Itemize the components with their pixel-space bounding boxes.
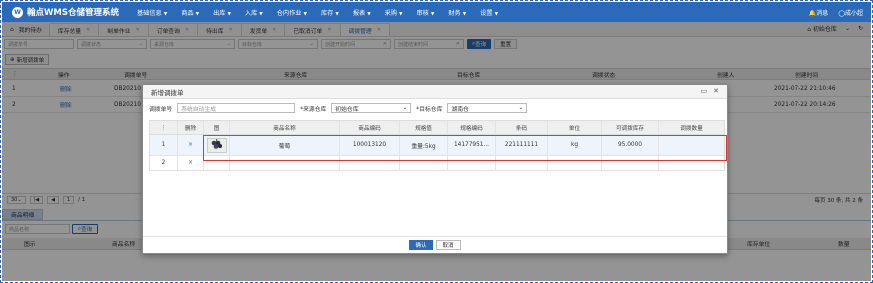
app-title: 翰点WMS仓储管理系统 bbox=[27, 8, 119, 18]
delete-row-button[interactable]: × bbox=[178, 156, 204, 170]
cancel-button[interactable]: 取消 bbox=[435, 240, 461, 250]
target-warehouse-label: *目标仓库 bbox=[416, 106, 443, 113]
menu-outbound[interactable]: 出库 ▼ bbox=[206, 8, 238, 17]
column-settings-icon[interactable]: ⋮ bbox=[150, 121, 178, 134]
user-avatar-icon: ◯ bbox=[838, 9, 845, 17]
target-warehouse-select[interactable]: 湖南仓 ⌄ bbox=[447, 103, 528, 113]
goods-grid: ⋮ 删除 图 商品名称 商品编码 规格值 规格编码 条码 单位 可调拨库存 调拨… bbox=[149, 120, 725, 171]
menu-goods[interactable]: 商品 ▼ bbox=[174, 8, 206, 17]
menu-warehouse-ops[interactable]: 仓内作业 ▼ bbox=[270, 8, 314, 17]
menu-inventory[interactable]: 库存 ▼ bbox=[314, 8, 346, 17]
user-menu[interactable]: ◯成小超 bbox=[838, 8, 863, 17]
divider bbox=[143, 236, 727, 237]
main-menu: 基础信息 ▼ 商品 ▼ 出库 ▼ 入库 ▼ 仓内作业 ▼ 库存 ▼ 报表 ▼ 采购 ▼ 审核 ▼ … bbox=[130, 8, 505, 17]
transfer-qty-input[interactable] bbox=[659, 135, 724, 155]
delete-row-button[interactable]: × bbox=[178, 135, 204, 155]
goods-thumbnail bbox=[206, 137, 227, 153]
menu-settings[interactable]: 设置 ▼ bbox=[473, 8, 505, 17]
close-icon[interactable]: ✕ bbox=[713, 87, 719, 95]
top-right-tools: 🔔消息 ◯成小超 bbox=[809, 8, 863, 17]
dialog-footer: 确认 取消 bbox=[143, 240, 727, 250]
chevron-down-icon: ⌄ bbox=[402, 105, 408, 111]
menu-finance[interactable]: 财务 ▼ bbox=[441, 8, 473, 17]
dialog-title: 新增调拨单 bbox=[151, 88, 184, 97]
source-warehouse-label: *来源仓库 bbox=[300, 106, 327, 113]
menu-purchase[interactable]: 采购 ▼ bbox=[378, 8, 410, 17]
chevron-down-icon: ▼ bbox=[462, 11, 467, 17]
transfer-no-label: 调拨单号 bbox=[149, 106, 173, 113]
messages-link[interactable]: 🔔消息 bbox=[809, 8, 829, 17]
goods-row[interactable]: 1 × 葡萄 100013120 重量:5kg 14177951... 2211… bbox=[150, 135, 724, 156]
transfer-no-field[interactable]: 系统自动生成 bbox=[177, 103, 296, 113]
logo-icon: W bbox=[12, 6, 23, 18]
goods-row[interactable]: 2 × bbox=[150, 156, 724, 170]
chevron-down-icon: ▼ bbox=[259, 11, 263, 17]
app-logo[interactable]: W 翰点WMS仓储管理系统 bbox=[2, 6, 130, 18]
menu-basic-info[interactable]: 基础信息 ▼ bbox=[130, 8, 174, 17]
chevron-down-icon: ▼ bbox=[399, 11, 403, 17]
chevron-down-icon: ▼ bbox=[335, 11, 339, 17]
chevron-down-icon: ▼ bbox=[163, 11, 168, 17]
dialog-form: 调拨单号 系统自动生成 *来源仓库 初始仓库 ⌄ *目标仓库 湖南仓 ⌄ bbox=[143, 99, 727, 117]
chevron-down-icon: ▼ bbox=[367, 11, 371, 17]
chevron-down-icon: ▼ bbox=[494, 11, 499, 17]
chevron-down-icon: ▼ bbox=[303, 11, 307, 17]
top-navigation-bar: W 翰点WMS仓储管理系统 基础信息 ▼ 商品 ▼ 出库 ▼ 入库 ▼ 仓内作业 ▼ 库存 ▼… bbox=[2, 2, 871, 22]
menu-inbound[interactable]: 入库 ▼ bbox=[238, 8, 270, 17]
menu-audit[interactable]: 审核 ▼ bbox=[410, 8, 442, 17]
new-transfer-dialog: 新增调拨单 ▭ ✕ 调拨单号 系统自动生成 *来源仓库 初始仓库 ⌄ *目标仓库 … bbox=[142, 84, 728, 254]
chevron-down-icon: ▼ bbox=[227, 11, 231, 17]
source-warehouse-select[interactable]: 初始仓库 ⌄ bbox=[331, 103, 412, 113]
chevron-down-icon: ▼ bbox=[195, 11, 200, 17]
dialog-title-bar: 新增调拨单 ▭ ✕ bbox=[143, 85, 727, 99]
chevron-down-icon: ▼ bbox=[430, 11, 435, 17]
confirm-button[interactable]: 确认 bbox=[409, 240, 433, 250]
menu-reports[interactable]: 报表 ▼ bbox=[346, 8, 378, 17]
maximize-icon[interactable]: ▭ bbox=[701, 87, 708, 95]
chevron-down-icon: ⌄ bbox=[518, 105, 524, 111]
goods-grid-header: ⋮ 删除 图 商品名称 商品编码 规格值 规格编码 条码 单位 可调拨库存 调拨… bbox=[150, 121, 724, 135]
